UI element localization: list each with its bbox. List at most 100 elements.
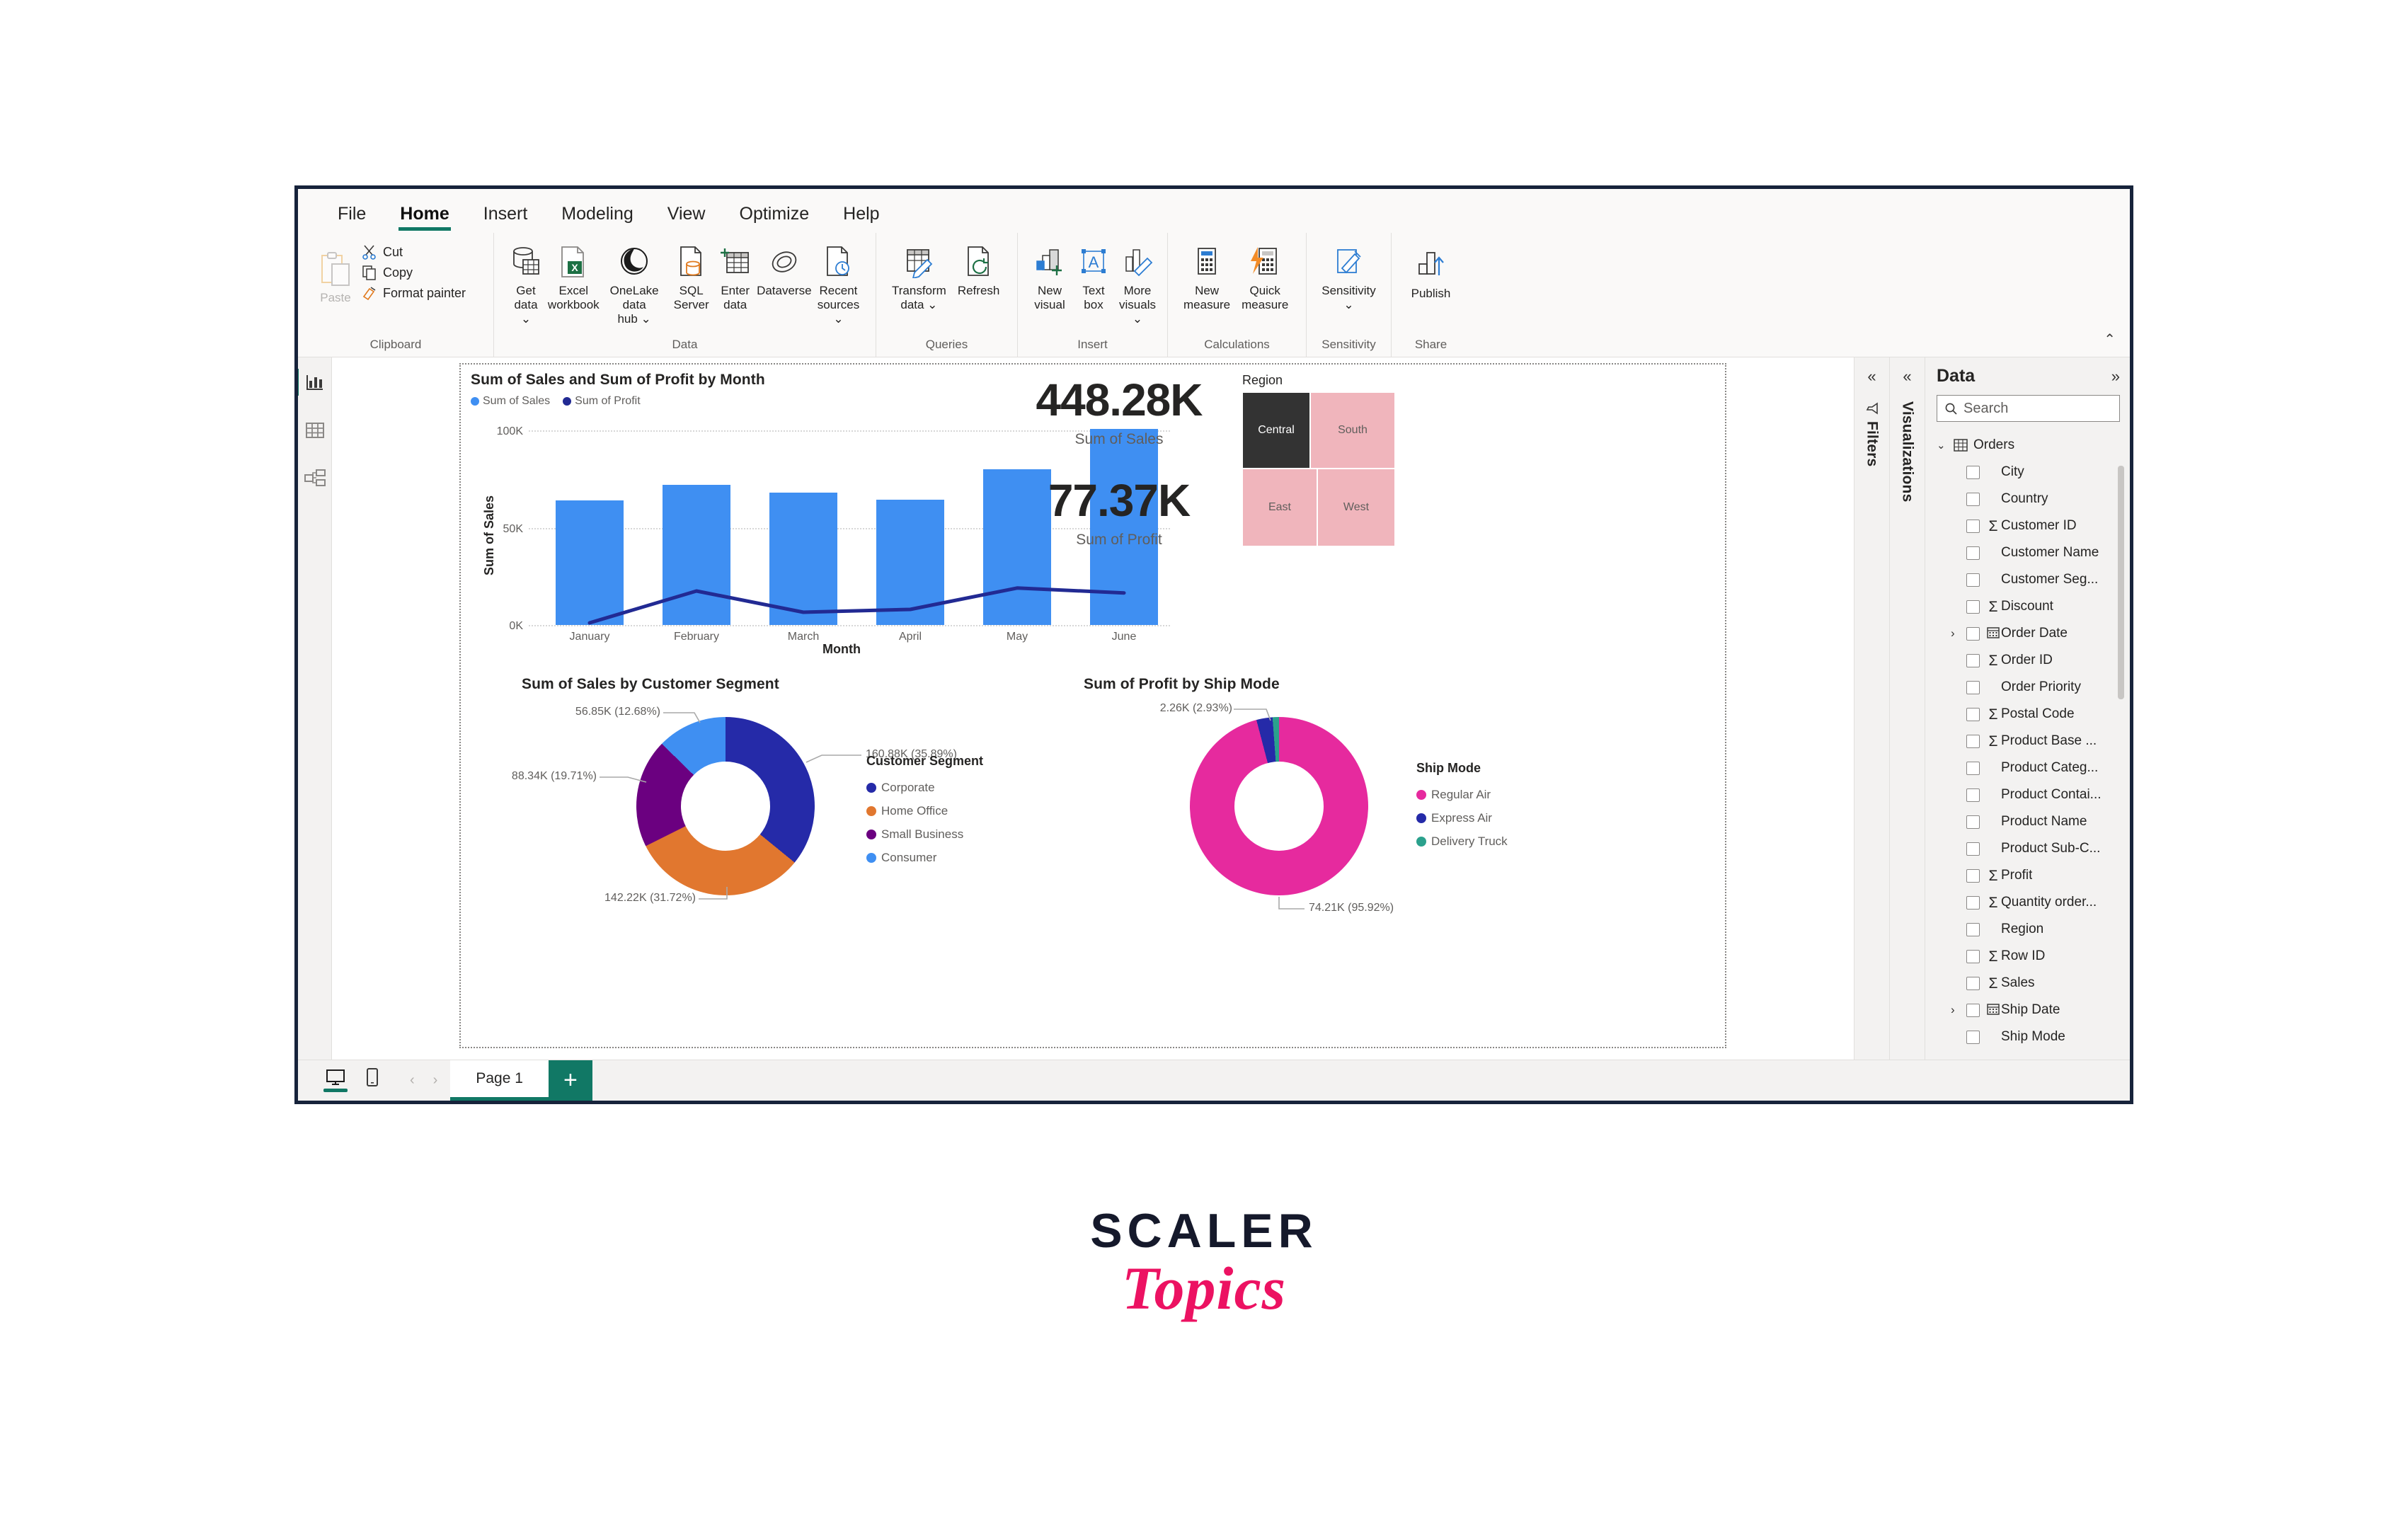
- report-canvas[interactable]: Sum of Sales and Sum of Profit by Month …: [459, 363, 1726, 1048]
- publish-button[interactable]: Publish: [1406, 243, 1457, 302]
- page-tab-page-1[interactable]: Page 1: [450, 1060, 549, 1101]
- field-checkbox[interactable]: [1966, 546, 1980, 560]
- field-row-customer-id[interactable]: Σ Customer ID: [1937, 512, 2130, 539]
- field-row-country[interactable]: Country: [1937, 486, 2130, 512]
- filters-expand-chevron[interactable]: «: [1867, 367, 1876, 386]
- field-checkbox[interactable]: [1966, 1003, 1980, 1017]
- field-checkbox[interactable]: [1966, 626, 1980, 641]
- legend-item-express-air[interactable]: Express Air: [1416, 806, 1508, 830]
- cut-button[interactable]: Cut: [357, 243, 470, 261]
- field-checkbox[interactable]: [1966, 465, 1980, 479]
- field-checkbox[interactable]: [1966, 895, 1980, 910]
- field-checkbox[interactable]: [1966, 761, 1980, 775]
- legend-item-sum-of-sales[interactable]: Sum of Sales: [471, 395, 550, 408]
- search-input[interactable]: Search: [1937, 395, 2120, 422]
- field-checkbox[interactable]: [1966, 492, 1980, 506]
- field-row-product-category[interactable]: Product Categ...: [1937, 755, 2130, 781]
- legend-item-home-office[interactable]: Home Office: [866, 799, 983, 822]
- field-row-region[interactable]: Region: [1937, 916, 2130, 943]
- field-checkbox[interactable]: [1966, 868, 1980, 883]
- text-box-button[interactable]: A Text box: [1072, 240, 1116, 314]
- dataverse-button[interactable]: Dataverse: [757, 240, 812, 299]
- field-checkbox[interactable]: [1966, 815, 1980, 829]
- legend-item-small-business[interactable]: Small Business: [866, 822, 983, 846]
- visualizations-pane-title[interactable]: Visualizations: [1899, 401, 1916, 502]
- treemap-cell-south[interactable]: South: [1310, 392, 1395, 469]
- field-row-customer-name[interactable]: Customer Name: [1937, 539, 2130, 566]
- add-page-button[interactable]: +: [548, 1060, 592, 1101]
- new-visual-button[interactable]: New visual: [1028, 240, 1072, 314]
- field-row-city[interactable]: City: [1937, 459, 2130, 486]
- filters-pane-collapsed[interactable]: « Filters: [1854, 357, 1889, 1060]
- field-checkbox[interactable]: [1966, 1030, 1980, 1044]
- profit-by-ship-mode-visual[interactable]: Sum of Profit by Ship Mode 2.26K (2.93%)…: [1084, 676, 1622, 973]
- desktop-view-button[interactable]: [323, 1069, 348, 1092]
- transform-data-button[interactable]: Transform data ⌄: [886, 240, 952, 314]
- sidebar-item-table-view[interactable]: [300, 415, 330, 445]
- sql-server-button[interactable]: SQL Server: [670, 240, 713, 314]
- field-row-row-id[interactable]: Σ Row ID: [1937, 943, 2130, 970]
- menu-item-view[interactable]: View: [650, 204, 723, 233]
- field-row-order-id[interactable]: Σ Order ID: [1937, 647, 2130, 674]
- menu-item-modeling[interactable]: Modeling: [544, 204, 650, 233]
- field-checkbox[interactable]: [1966, 707, 1980, 721]
- legend-item-regular-air[interactable]: Regular Air: [1416, 783, 1508, 806]
- field-row-discount[interactable]: Σ Discount: [1937, 593, 2130, 620]
- chevron-right-icon[interactable]: ›: [1951, 626, 1966, 641]
- quick-measure-button[interactable]: Quick measure: [1236, 240, 1294, 314]
- field-row-product-sub-category[interactable]: Product Sub-C...: [1937, 835, 2130, 862]
- field-checkbox[interactable]: [1966, 519, 1980, 533]
- field-row-product-container[interactable]: Product Contai...: [1937, 781, 2130, 808]
- menu-item-insert[interactable]: Insert: [466, 204, 545, 233]
- treemap-cell-central[interactable]: Central: [1242, 392, 1310, 469]
- canvas-area[interactable]: Sum of Sales and Sum of Profit by Month …: [332, 357, 1854, 1060]
- region-treemap-visual[interactable]: Region Central South East West: [1242, 373, 1395, 550]
- field-row-profit[interactable]: Σ Profit: [1937, 862, 2130, 889]
- menu-item-optimize[interactable]: Optimize: [723, 204, 827, 233]
- field-checkbox[interactable]: [1966, 922, 1980, 936]
- paste-button[interactable]: Paste: [314, 247, 357, 306]
- collapse-ribbon-button[interactable]: ⌃: [2097, 328, 2123, 351]
- field-row-ship-mode[interactable]: Ship Mode: [1937, 1023, 2130, 1050]
- new-measure-button[interactable]: New measure: [1178, 240, 1236, 314]
- copy-button[interactable]: Copy: [357, 263, 470, 282]
- field-row-product-base-margin[interactable]: Σ Product Base ...: [1937, 728, 2130, 755]
- format-painter-button[interactable]: Format painter: [357, 284, 470, 302]
- sidebar-item-report-view[interactable]: [298, 367, 330, 397]
- chevron-down-icon[interactable]: ⌄: [1937, 439, 1948, 452]
- field-row-order-date[interactable]: › Order Date: [1937, 620, 2130, 647]
- field-list[interactable]: ⌄ Orders City Country Σ Customer ID Cust…: [1925, 429, 2130, 1060]
- treemap-cell-east[interactable]: East: [1242, 469, 1317, 546]
- refresh-button[interactable]: Refresh: [952, 240, 1006, 299]
- legend-item-delivery-truck[interactable]: Delivery Truck: [1416, 830, 1508, 853]
- legend-item-consumer[interactable]: Consumer: [866, 846, 983, 869]
- menu-item-file[interactable]: File: [321, 204, 383, 233]
- next-page-button[interactable]: ›: [433, 1072, 438, 1089]
- field-row-sales[interactable]: Σ Sales: [1937, 970, 2130, 997]
- menu-item-help[interactable]: Help: [826, 204, 896, 233]
- visualizations-expand-chevron[interactable]: «: [1903, 367, 1911, 386]
- visualizations-pane-collapsed[interactable]: « Visualizations: [1889, 357, 1925, 1060]
- filters-pane-title[interactable]: Filters: [1864, 421, 1881, 466]
- field-checkbox[interactable]: [1966, 653, 1980, 667]
- field-row-ship-date[interactable]: › Ship Date: [1937, 997, 2130, 1023]
- field-table-orders[interactable]: ⌄ Orders: [1937, 432, 2130, 459]
- sensitivity-button[interactable]: Sensitivity ⌄: [1317, 240, 1381, 314]
- excel-workbook-button[interactable]: X Excel workbook: [548, 240, 600, 314]
- chevron-right-icon[interactable]: ›: [1951, 1003, 1966, 1017]
- enter-data-button[interactable]: Enter data: [713, 240, 757, 314]
- field-row-quantity-ordered[interactable]: Σ Quantity order...: [1937, 889, 2130, 916]
- get-data-button[interactable]: Get data ⌄: [504, 240, 548, 328]
- field-row-customer-segment[interactable]: Customer Seg...: [1937, 566, 2130, 593]
- field-checkbox[interactable]: [1966, 734, 1980, 748]
- field-checkbox[interactable]: [1966, 788, 1980, 802]
- sidebar-item-model-view[interactable]: [300, 464, 330, 493]
- data-pane-expand-chevron[interactable]: »: [2111, 367, 2120, 386]
- field-row-postal-code[interactable]: Σ Postal Code: [1937, 701, 2130, 728]
- field-checkbox[interactable]: [1966, 949, 1980, 963]
- sales-by-customer-segment-visual[interactable]: Sum of Sales by Customer Segment 160.88K…: [512, 676, 1074, 973]
- field-row-order-priority[interactable]: Order Priority: [1937, 674, 2130, 701]
- sum-of-profit-card[interactable]: 77.37K Sum of Profit: [1027, 478, 1211, 549]
- field-checkbox[interactable]: [1966, 600, 1980, 614]
- field-checkbox[interactable]: [1966, 976, 1980, 990]
